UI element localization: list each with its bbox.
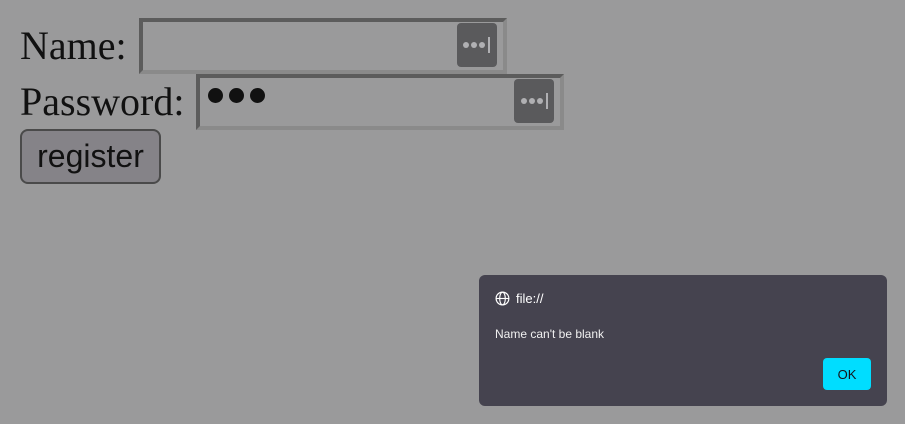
dialog-message: Name can't be blank	[495, 327, 605, 341]
password-mask	[208, 88, 266, 103]
name-label: Name:	[20, 23, 127, 68]
password-manager-icon[interactable]	[514, 79, 555, 123]
dialog-header: file://	[495, 291, 543, 306]
login-form: Name: Password:	[20, 18, 565, 130]
alert-dialog: file:// Name can't be blank OK	[479, 275, 887, 406]
register-button[interactable]: register	[20, 129, 161, 184]
password-input[interactable]	[196, 74, 565, 130]
globe-icon	[495, 291, 510, 306]
password-row: Password:	[20, 74, 565, 130]
dialog-origin: file://	[516, 291, 544, 306]
password-label: Password:	[20, 79, 185, 124]
name-input[interactable]	[146, 26, 447, 66]
password-manager-icon[interactable]	[456, 23, 497, 67]
name-input-frame[interactable]	[138, 18, 507, 74]
ok-button[interactable]: OK	[823, 358, 871, 390]
name-row: Name:	[20, 18, 564, 74]
